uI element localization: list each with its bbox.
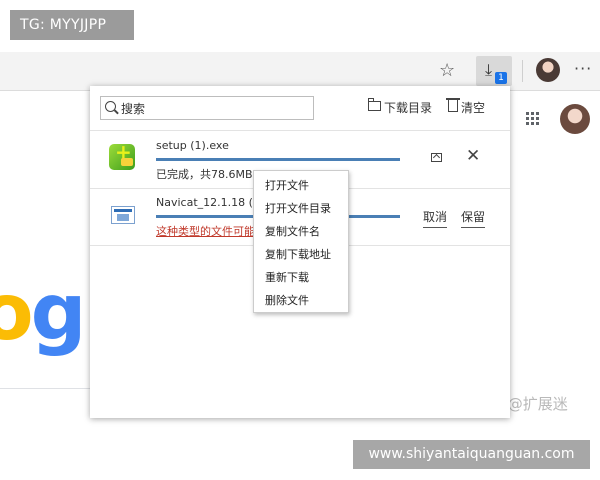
tg-watermark: TG: MYYJJPP (10, 10, 134, 40)
download-progress-bar (156, 158, 400, 161)
toolbar-separator (522, 60, 523, 82)
download-item-name[interactable]: Navicat_12.1.18 (2 (156, 196, 260, 209)
search-placeholder: 搜索 (121, 102, 146, 116)
downloads-button[interactable]: ⤓ 1 (476, 56, 512, 86)
open-file-icon[interactable] (431, 153, 442, 162)
menu-item-delete-file[interactable]: 删除文件 (265, 292, 309, 308)
close-icon[interactable]: ✕ (466, 146, 480, 166)
context-menu: 打开文件 打开文件目录 复制文件名 复制下载地址 重新下载 删除文件 (253, 170, 349, 313)
menu-item-open-folder[interactable]: 打开文件目录 (265, 200, 331, 216)
menu-item-redownload[interactable]: 重新下载 (265, 269, 309, 285)
download-warning-text: 这种类型的文件可能 (156, 225, 255, 238)
clear-downloads-button[interactable]: 清空 (461, 99, 485, 116)
application-file-icon (111, 206, 135, 224)
search-icon (105, 101, 116, 112)
google-account-avatar[interactable] (560, 104, 590, 134)
site-watermark: www.shiyantaiquanguan.com (353, 440, 590, 469)
folder-icon[interactable] (368, 98, 381, 111)
star-icon[interactable]: ☆ (439, 60, 455, 82)
download-search-input[interactable]: 搜索 (100, 96, 314, 120)
installer-file-icon (109, 140, 135, 170)
download-item-status: 已完成，共78.6MB (156, 168, 253, 181)
download-count-badge: 1 (495, 72, 507, 84)
menu-item-copy-url[interactable]: 复制下载地址 (265, 246, 331, 262)
menu-item-open-file[interactable]: 打开文件 (265, 177, 309, 193)
more-menu-icon[interactable]: ··· (574, 58, 592, 80)
panel-divider (90, 130, 510, 131)
open-download-folder-button[interactable]: 下载目录 (384, 99, 432, 116)
profile-avatar[interactable] (536, 58, 560, 82)
apps-grid-icon[interactable] (526, 112, 540, 126)
download-item-name[interactable]: setup (1).exe (156, 139, 229, 152)
trash-icon[interactable] (446, 98, 460, 112)
cancel-button[interactable]: 取消 (423, 208, 448, 228)
keep-button[interactable]: 保留 (461, 208, 486, 228)
menu-item-copy-filename[interactable]: 复制文件名 (265, 223, 320, 239)
download-arrow-icon: ⤓ (485, 60, 493, 79)
